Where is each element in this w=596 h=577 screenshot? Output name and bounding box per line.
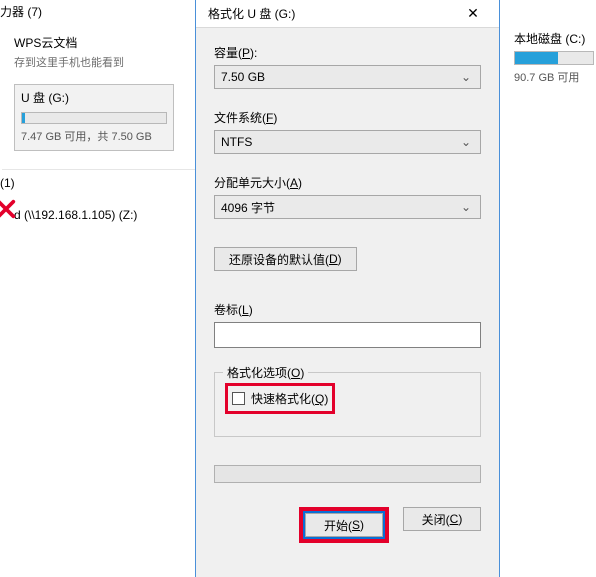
drives-section-header: 力器 (7) (0, 0, 195, 28)
drive-wps[interactable]: WPS云文档 存到这里手机也能看到 (14, 34, 195, 70)
capacity-label: 容量(P): (214, 44, 481, 61)
allocation-value: 4096 字节 (221, 199, 458, 216)
chevron-down-icon: ⌄ (458, 70, 474, 84)
allocation-select[interactable]: 4096 字节 ⌄ (214, 195, 481, 219)
restore-defaults-button[interactable]: 还原设备的默认值(D) (214, 247, 357, 271)
network-section-header: (1) (0, 170, 195, 198)
format-progress-bar (214, 465, 481, 483)
drive-usb[interactable]: U 盘 (G:) 7.47 GB 可用，共 7.50 GB (14, 84, 174, 151)
format-options-legend: 格式化选项(O) (223, 364, 308, 381)
drive-usb-name: U 盘 (G:) (21, 89, 167, 106)
filesystem-value: NTFS (221, 135, 458, 149)
drive-network[interactable]: d (\\192.168.1.105) (Z:) (14, 208, 195, 222)
drive-wps-sub: 存到这里手机也能看到 (14, 54, 195, 70)
quick-format-label: 快速格式化(Q) (251, 390, 328, 407)
format-dialog: 格式化 U 盘 (G:) ✕ 容量(P): 7.50 GB ⌄ 文件系统(F) … (195, 0, 500, 577)
drive-wps-name: WPS云文档 (14, 34, 195, 51)
drive-local-c-name: 本地磁盘 (C:) (514, 30, 596, 47)
explorer-left-panel: 力器 (7) WPS云文档 存到这里手机也能看到 U 盘 (G:) 7.47 G… (0, 0, 195, 577)
quick-format-checkbox[interactable] (232, 392, 245, 405)
drive-local-c-caption: 90.7 GB 可用 (514, 69, 596, 85)
drive-usb-caption: 7.47 GB 可用，共 7.50 GB (21, 128, 167, 144)
allocation-label: 分配单元大小(A) (214, 174, 481, 191)
highlight-start-button: 开始(S) (299, 507, 389, 543)
drive-local-c-usage-bar (514, 51, 594, 65)
dialog-footer: 开始(S) 关闭(C) (214, 507, 481, 543)
volume-label-input[interactable] (214, 322, 481, 348)
drive-network-name: d (\\192.168.1.105) (Z:) (14, 208, 195, 222)
error-x-icon (0, 198, 17, 220)
dialog-titlebar: 格式化 U 盘 (G:) ✕ (196, 0, 499, 28)
start-button[interactable]: 开始(S) (305, 513, 383, 537)
volume-label-label: 卷标(L) (214, 301, 481, 318)
close-icon[interactable]: ✕ (453, 2, 493, 26)
filesystem-label: 文件系统(F) (214, 109, 481, 126)
capacity-select[interactable]: 7.50 GB ⌄ (214, 65, 481, 89)
drive-usb-usage-bar (21, 112, 167, 124)
dialog-title-text: 格式化 U 盘 (G:) (208, 5, 453, 22)
format-options-fieldset: 格式化选项(O) 快速格式化(Q) (214, 372, 481, 437)
drive-local-c[interactable]: 本地磁盘 (C:) 90.7 GB 可用 (514, 30, 596, 85)
close-button[interactable]: 关闭(C) (403, 507, 481, 531)
capacity-value: 7.50 GB (221, 70, 458, 84)
explorer-right-panel: 本地磁盘 (C:) 90.7 GB 可用 (500, 0, 596, 577)
chevron-down-icon: ⌄ (458, 135, 474, 149)
quick-format-checkbox-row[interactable]: 快速格式化(Q) (232, 390, 328, 407)
filesystem-select[interactable]: NTFS ⌄ (214, 130, 481, 154)
chevron-down-icon: ⌄ (458, 200, 474, 214)
highlight-quick-format: 快速格式化(Q) (225, 383, 335, 414)
